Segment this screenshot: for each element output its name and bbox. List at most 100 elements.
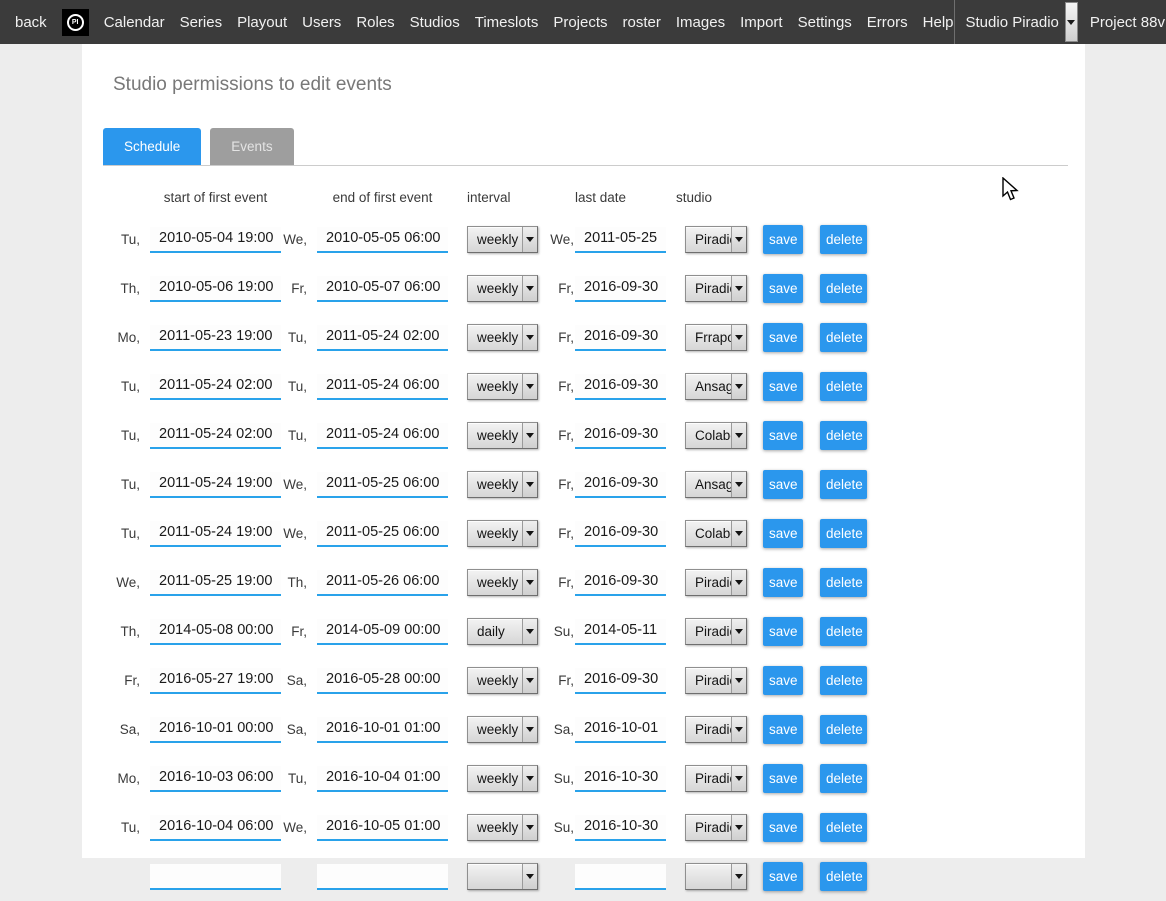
end-datetime-input[interactable]	[317, 472, 448, 498]
select-arrow-button[interactable]	[731, 619, 746, 644]
end-datetime-input[interactable]	[317, 766, 448, 792]
nav-item-settings[interactable]: Settings	[798, 14, 852, 31]
start-datetime-input[interactable]	[150, 717, 281, 743]
save-button[interactable]: save	[763, 519, 803, 548]
studio-select[interactable]: Colabo	[685, 422, 747, 449]
tab-schedule[interactable]: Schedule	[103, 128, 201, 165]
select-arrow-button[interactable]	[731, 668, 746, 693]
save-button[interactable]: save	[763, 715, 803, 744]
select-arrow-button[interactable]	[522, 864, 537, 889]
end-datetime-input[interactable]	[317, 570, 448, 596]
end-datetime-input[interactable]	[317, 668, 448, 694]
start-datetime-input[interactable]	[150, 766, 281, 792]
nav-item-roles[interactable]: Roles	[356, 14, 394, 31]
interval-select[interactable]: weekly	[467, 765, 538, 792]
last-date-input[interactable]	[575, 521, 666, 547]
nav-item-users[interactable]: Users	[302, 14, 341, 31]
last-date-input[interactable]	[575, 815, 666, 841]
interval-select[interactable]: weekly	[467, 814, 538, 841]
interval-select[interactable]: weekly	[467, 520, 538, 547]
select-arrow-button[interactable]	[731, 276, 746, 301]
studio-select[interactable]: Frrapo	[685, 324, 747, 351]
last-date-input[interactable]	[575, 864, 666, 890]
studio-select[interactable]: Piradio	[685, 275, 747, 302]
end-datetime-input[interactable]	[317, 521, 448, 547]
studio-selector[interactable]: Studio Piradio	[966, 14, 1059, 31]
delete-button[interactable]: delete	[820, 323, 867, 352]
last-date-input[interactable]	[575, 570, 666, 596]
last-date-input[interactable]	[575, 668, 666, 694]
nav-item-roster[interactable]: roster	[623, 14, 661, 31]
start-datetime-input[interactable]	[150, 423, 281, 449]
end-datetime-input[interactable]	[317, 276, 448, 302]
delete-button[interactable]: delete	[820, 617, 867, 646]
select-arrow-button[interactable]	[731, 227, 746, 252]
studio-select[interactable]: Piradio	[685, 765, 747, 792]
delete-button[interactable]: delete	[820, 568, 867, 597]
save-button[interactable]: save	[763, 372, 803, 401]
select-arrow-button[interactable]	[731, 717, 746, 742]
last-date-input[interactable]	[575, 766, 666, 792]
delete-button[interactable]: delete	[820, 274, 867, 303]
studio-select[interactable]: Piradio	[685, 814, 747, 841]
delete-button[interactable]: delete	[820, 470, 867, 499]
studio-select[interactable]: Ansage	[685, 373, 747, 400]
last-date-input[interactable]	[575, 472, 666, 498]
delete-button[interactable]: delete	[820, 764, 867, 793]
interval-select[interactable]: weekly	[467, 275, 538, 302]
delete-button[interactable]: delete	[820, 813, 867, 842]
select-arrow-button[interactable]	[522, 276, 537, 301]
interval-select[interactable]: weekly	[467, 226, 538, 253]
last-date-input[interactable]	[575, 423, 666, 449]
nav-item-back[interactable]: back	[15, 14, 47, 31]
last-date-input[interactable]	[575, 374, 666, 400]
end-datetime-input[interactable]	[317, 325, 448, 351]
select-arrow-button[interactable]	[522, 619, 537, 644]
interval-select[interactable]: weekly	[467, 569, 538, 596]
studio-select[interactable]: Ansage	[685, 471, 747, 498]
select-arrow-button[interactable]	[522, 815, 537, 840]
start-datetime-input[interactable]	[150, 227, 281, 253]
project-selector[interactable]: Project 88vier	[1090, 14, 1166, 31]
nav-item-series[interactable]: Series	[180, 14, 223, 31]
select-arrow-button[interactable]	[731, 521, 746, 546]
save-button[interactable]: save	[763, 274, 803, 303]
save-button[interactable]: save	[763, 323, 803, 352]
nav-item-images[interactable]: Images	[676, 14, 725, 31]
studio-select[interactable]: Piradio	[685, 618, 747, 645]
last-date-input[interactable]	[575, 717, 666, 743]
last-date-input[interactable]	[575, 227, 666, 253]
save-button[interactable]: save	[763, 470, 803, 499]
select-arrow-button[interactable]	[522, 472, 537, 497]
end-datetime-input[interactable]	[317, 717, 448, 743]
nav-item-timeslots[interactable]: Timeslots	[475, 14, 539, 31]
last-date-input[interactable]	[575, 619, 666, 645]
delete-button[interactable]: delete	[820, 715, 867, 744]
select-arrow-button[interactable]	[731, 815, 746, 840]
select-arrow-button[interactable]	[522, 521, 537, 546]
select-arrow-button[interactable]	[522, 227, 537, 252]
start-datetime-input[interactable]	[150, 619, 281, 645]
interval-select[interactable]: weekly	[467, 716, 538, 743]
select-arrow-button[interactable]	[731, 766, 746, 791]
end-datetime-input[interactable]	[317, 864, 448, 890]
start-datetime-input[interactable]	[150, 276, 281, 302]
select-arrow-button[interactable]	[731, 570, 746, 595]
end-datetime-input[interactable]	[317, 227, 448, 253]
delete-button[interactable]: delete	[820, 666, 867, 695]
nav-item-calendar[interactable]: Calendar	[104, 14, 165, 31]
select-arrow-button[interactable]	[731, 374, 746, 399]
select-arrow-button[interactable]	[522, 668, 537, 693]
start-datetime-input[interactable]	[150, 374, 281, 400]
studio-select[interactable]: Colabo	[685, 520, 747, 547]
select-arrow-button[interactable]	[731, 864, 746, 889]
last-date-input[interactable]	[575, 325, 666, 351]
interval-select[interactable]: daily	[467, 618, 538, 645]
delete-button[interactable]: delete	[820, 862, 867, 891]
select-arrow-button[interactable]	[522, 374, 537, 399]
interval-select[interactable]: weekly	[467, 324, 538, 351]
select-arrow-button[interactable]	[522, 423, 537, 448]
interval-select[interactable]	[467, 863, 538, 890]
studio-select[interactable]: Piradio	[685, 569, 747, 596]
delete-button[interactable]: delete	[820, 372, 867, 401]
